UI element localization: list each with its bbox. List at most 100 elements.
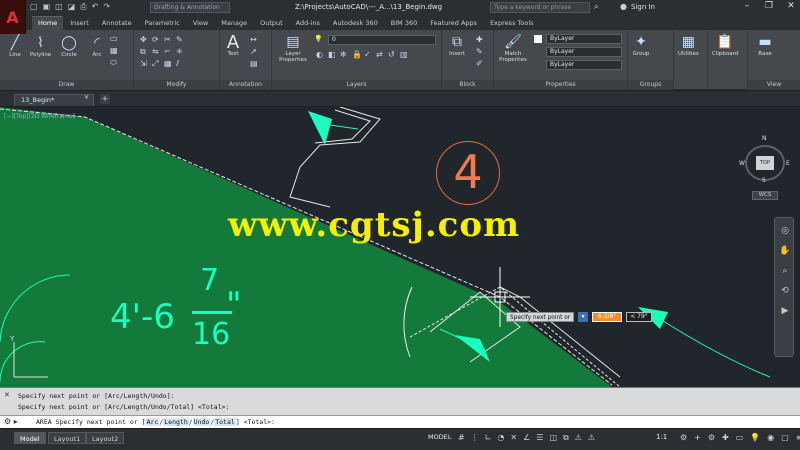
- lineweight-select[interactable]: ByLayer: [546, 47, 622, 57]
- undo-icon[interactable]: ↶: [92, 2, 99, 12]
- edit-block-icon[interactable]: ✎: [476, 47, 486, 57]
- wcs-menu[interactable]: WCS: [752, 191, 778, 200]
- group-button[interactable]: ✦ Group: [632, 33, 650, 57]
- arc-button[interactable]: ◜ Arc: [88, 34, 106, 58]
- tab-featured-apps[interactable]: Featured Apps: [424, 17, 483, 30]
- save-icon[interactable]: ◫: [55, 2, 63, 12]
- option-total[interactable]: Total: [214, 418, 236, 426]
- utilities-button[interactable]: ▦ Utilities: [678, 33, 699, 57]
- layer-previous-icon[interactable]: ↺: [388, 50, 398, 60]
- option-undo[interactable]: Undo: [192, 418, 211, 426]
- block-panel-title[interactable]: Block: [442, 80, 493, 90]
- stretch-icon[interactable]: ⇲: [140, 59, 150, 69]
- drawing-viewport[interactable]: Y [−][Top][2D Wireframe] 4 www.cgtsj.com…: [0, 107, 800, 387]
- layer-properties-button[interactable]: ▤ Layer Properties: [276, 33, 310, 63]
- viewcube[interactable]: N S E W TOP WCS: [738, 125, 794, 215]
- steering-wheel-icon[interactable]: ◎: [778, 224, 792, 238]
- fillet-icon[interactable]: ⌐: [164, 47, 174, 57]
- open-icon[interactable]: ▣: [43, 2, 51, 12]
- file-tab-13-begin[interactable]: 13_Begin*: [14, 94, 94, 106]
- compass-south[interactable]: S: [762, 177, 766, 184]
- new-icon[interactable]: ▢: [30, 2, 38, 12]
- compass-east[interactable]: E: [786, 160, 790, 167]
- binoculars-icon[interactable]: ⌕: [594, 2, 598, 12]
- rotate-icon[interactable]: ⟳: [152, 35, 162, 45]
- isolate-objects-icon[interactable]: 💡: [750, 433, 760, 442]
- units-icon[interactable]: ▭: [736, 433, 744, 442]
- dimension-icon[interactable]: ↔: [250, 35, 260, 45]
- layer-select[interactable]: 0: [328, 35, 436, 45]
- drawing-canvas[interactable]: [0, 107, 800, 387]
- table-icon[interactable]: ▤: [250, 59, 260, 69]
- pan-icon[interactable]: ✋: [778, 244, 792, 258]
- plus-icon[interactable]: +: [694, 433, 701, 442]
- clean-screen-icon[interactable]: ▢: [781, 433, 789, 442]
- make-current-icon[interactable]: ✓: [364, 50, 374, 60]
- layer-isolate-icon[interactable]: ◧: [328, 50, 338, 60]
- explode-icon[interactable]: ✳: [176, 47, 186, 57]
- properties-panel-title[interactable]: Properties: [494, 80, 627, 90]
- model-space-toggle[interactable]: MODEL: [428, 433, 451, 441]
- restore-icon[interactable]: ❐: [764, 1, 774, 11]
- dynamic-input-angle[interactable]: < 79°: [626, 312, 652, 322]
- tab-express-tools[interactable]: Express Tools: [484, 17, 539, 30]
- hardware-acceleration-icon[interactable]: ◉: [767, 433, 774, 442]
- hatch-icon[interactable]: ▦: [110, 46, 120, 56]
- layer-freeze-icon[interactable]: ❄: [340, 50, 350, 60]
- line-button[interactable]: ╱ Line: [6, 34, 24, 58]
- match-properties-button[interactable]: 🖌 Match Properties: [496, 33, 530, 63]
- zoom-icon[interactable]: ⌕: [778, 264, 792, 278]
- grid-icon[interactable]: #: [458, 433, 465, 443]
- ellipse-icon[interactable]: ⬭: [110, 58, 120, 68]
- transparency-icon[interactable]: ◫: [549, 433, 557, 443]
- erase-icon[interactable]: ✎: [176, 35, 186, 45]
- compass-north[interactable]: N: [762, 135, 767, 142]
- edit-attribute-icon[interactable]: ✐: [476, 59, 486, 69]
- close-icon[interactable]: ✕: [786, 1, 796, 11]
- ortho-icon[interactable]: ∟: [485, 433, 492, 443]
- linetype-select[interactable]: ByLayer: [546, 60, 622, 70]
- tab-autodesk-360[interactable]: Autodesk 360: [327, 17, 384, 30]
- settings-icon[interactable]: ⚙: [680, 433, 687, 442]
- customization-icon[interactable]: ≡: [796, 433, 800, 442]
- polar-icon[interactable]: ◔: [497, 433, 504, 443]
- view-panel-title[interactable]: View: [748, 80, 800, 90]
- tab-view[interactable]: View: [187, 17, 214, 30]
- draw-panel-title[interactable]: Draw: [0, 80, 133, 90]
- trim-icon[interactable]: ✂: [164, 35, 174, 45]
- viewcube-top-face[interactable]: TOP: [756, 156, 774, 170]
- workspace-select[interactable]: Drafting & Annotation: [150, 2, 230, 13]
- mirror-icon[interactable]: ⇋: [152, 47, 162, 57]
- leader-icon[interactable]: ↗: [250, 47, 260, 57]
- annotation-scale[interactable]: 1:1: [656, 433, 667, 441]
- insert-button[interactable]: ⧉ Insert: [448, 33, 466, 57]
- base-button[interactable]: ▬ Base: [756, 33, 774, 57]
- move-icon[interactable]: ✥: [140, 35, 150, 45]
- lightbulb-icon[interactable]: 💡: [314, 35, 323, 43]
- polyline-button[interactable]: ⌇ Polyline: [30, 34, 51, 58]
- clipboard-button[interactable]: 📋 Clipboard: [712, 33, 738, 57]
- text-button[interactable]: A Text: [224, 32, 242, 58]
- layer-off-icon[interactable]: ◐: [316, 50, 326, 60]
- snap-icon[interactable]: ⋮: [471, 433, 479, 443]
- minimize-icon[interactable]: –: [742, 1, 752, 11]
- save-as-icon[interactable]: ◪: [68, 2, 76, 12]
- groups-panel-title[interactable]: Groups: [628, 80, 673, 90]
- array-icon[interactable]: ▦: [164, 59, 174, 69]
- command-customize-icon[interactable]: ⚙ ▸: [4, 417, 18, 426]
- autoscale-icon[interactable]: ⚠: [588, 433, 595, 443]
- application-menu-button[interactable]: A: [0, 0, 26, 34]
- option-length[interactable]: Length: [163, 418, 189, 426]
- otrack-icon[interactable]: ∠: [523, 433, 530, 443]
- create-block-icon[interactable]: ✚: [476, 35, 486, 45]
- dynamic-input-length[interactable]: 6.3/8": [592, 312, 622, 322]
- layer-lock-icon[interactable]: 🔒: [352, 50, 362, 60]
- option-arc[interactable]: Arc: [145, 418, 160, 426]
- tab-parametric[interactable]: Parametric: [139, 17, 186, 30]
- circle-button[interactable]: ◯ Circle: [60, 34, 78, 58]
- lineweight-icon[interactable]: ☰: [536, 433, 543, 443]
- selection-cycling-icon[interactable]: ⧉: [563, 433, 569, 443]
- command-line-close-icon[interactable]: ✕: [4, 391, 10, 399]
- modify-panel-title[interactable]: Modify: [134, 80, 219, 90]
- tab-model[interactable]: Model: [14, 432, 46, 444]
